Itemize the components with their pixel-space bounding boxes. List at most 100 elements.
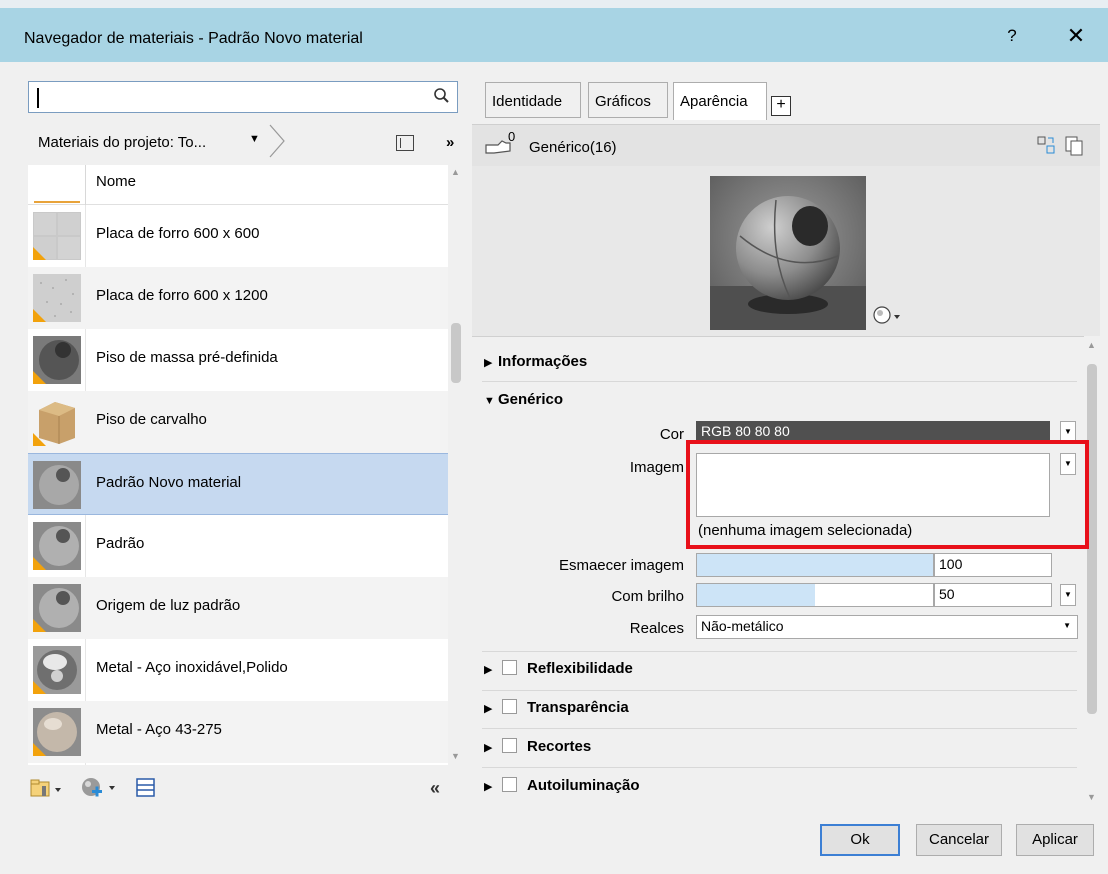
divider bbox=[482, 728, 1077, 729]
speckled-thumbnail bbox=[33, 274, 81, 322]
dark-sphere-thumbnail bbox=[33, 336, 81, 384]
list-item[interactable]: Piso de massa pré-definida bbox=[28, 329, 448, 391]
column-divider bbox=[85, 165, 86, 205]
list-item[interactable]: Metal - Aço 43-275 bbox=[28, 701, 448, 763]
list-item[interactable]: Metal - Aço inoxidável,Polido bbox=[28, 639, 448, 701]
section-generico[interactable]: ▼ Genérico bbox=[484, 391, 563, 408]
library-breadcrumb[interactable]: Materiais do projeto: To... bbox=[38, 134, 206, 151]
search-input[interactable] bbox=[28, 81, 458, 113]
section-transparencia[interactable]: ▶ Transparência bbox=[484, 699, 629, 716]
gloss-slider[interactable] bbox=[696, 583, 934, 607]
material-label: Piso de massa pré-definida bbox=[96, 349, 278, 366]
chevron-down-icon[interactable]: ▼ bbox=[249, 133, 260, 145]
tab-graficos[interactable]: Gráficos bbox=[588, 82, 668, 118]
list-header[interactable]: Nome bbox=[28, 165, 448, 205]
list-item[interactable]: Placa de forro 600 x 600 bbox=[28, 205, 448, 267]
close-button[interactable]: ✕ bbox=[1064, 23, 1088, 49]
tile-grid-thumbnail bbox=[33, 212, 81, 260]
tab-identidade[interactable]: Identidade bbox=[485, 82, 581, 118]
warning-icon bbox=[33, 309, 46, 322]
gloss-dropdown-button[interactable]: ▼ bbox=[1060, 584, 1076, 606]
render-settings-icon[interactable] bbox=[872, 304, 908, 326]
scroll-up-icon[interactable]: ▲ bbox=[1087, 340, 1096, 350]
list-item[interactable]: Placa de forro 600 x 1200 bbox=[28, 267, 448, 329]
section-recortes[interactable]: ▶ Recortes bbox=[484, 738, 591, 755]
gloss-slider-fill bbox=[697, 584, 815, 606]
cancel-button[interactable]: Cancelar bbox=[916, 824, 1002, 856]
warning-icon bbox=[33, 371, 46, 384]
highlights-value: Não-metálico bbox=[701, 618, 784, 634]
section-informacoes[interactable]: ▶ Informações bbox=[484, 353, 587, 370]
highlights-select[interactable]: Não-metálico ▼ bbox=[696, 615, 1078, 639]
warning-icon bbox=[33, 557, 46, 570]
fade-value: 100 bbox=[939, 556, 963, 572]
highlight-annotation bbox=[686, 440, 1089, 549]
section-title: Informações bbox=[498, 353, 588, 370]
asset-name: Genérico(16) bbox=[529, 139, 617, 156]
library-manage-icon[interactable] bbox=[30, 778, 64, 800]
warning-icon bbox=[33, 433, 46, 446]
gloss-label: Com brilho bbox=[611, 588, 684, 605]
wood-thumbnail bbox=[33, 398, 81, 446]
recortes-checkbox[interactable] bbox=[502, 738, 517, 753]
material-label: Padrão Novo material bbox=[96, 474, 242, 491]
warning-icon bbox=[33, 681, 46, 694]
collapse-panel-button[interactable]: « bbox=[430, 778, 440, 799]
properties-panel: ▶ Informações ▼ Genérico Cor RGB 80 80 80 … bbox=[472, 336, 1100, 810]
image-label: Imagem bbox=[629, 459, 684, 476]
expand-arrow-icon[interactable]: ▶ bbox=[484, 663, 494, 676]
ok-button[interactable]: Ok bbox=[820, 824, 900, 856]
list-item[interactable]: Padrão bbox=[28, 515, 448, 577]
toggle-panel-icon[interactable] bbox=[396, 135, 414, 151]
toggle-view-icon[interactable] bbox=[136, 778, 156, 798]
section-autoiluminacao[interactable]: ▶ Autoiluminação bbox=[484, 777, 640, 794]
fade-slider[interactable] bbox=[696, 553, 934, 577]
fade-value-input[interactable]: 100 bbox=[934, 553, 1052, 577]
section-title: Autoiluminação bbox=[527, 777, 640, 794]
fade-slider-fill bbox=[697, 554, 933, 576]
tab-aparencia[interactable]: Aparência bbox=[673, 82, 767, 120]
autoiluminacao-checkbox[interactable] bbox=[502, 777, 517, 792]
list-item[interactable]: Piso de carvalho bbox=[28, 391, 448, 453]
search-icon[interactable] bbox=[433, 87, 451, 105]
create-material-icon[interactable] bbox=[80, 776, 120, 800]
reflexibilidade-checkbox[interactable] bbox=[502, 660, 517, 675]
gloss-value-input[interactable]: 50 bbox=[934, 583, 1052, 607]
section-reflexibilidade[interactable]: ▶ Reflexibilidade bbox=[484, 660, 633, 677]
material-preview bbox=[710, 176, 866, 330]
scroll-down-icon[interactable]: ▼ bbox=[1087, 792, 1096, 802]
material-label: Metal - Aço inoxidável,Polido bbox=[96, 659, 288, 676]
window-title: Navegador de materiais - Padrão Novo mat… bbox=[24, 30, 363, 47]
section-title: Genérico bbox=[498, 391, 564, 408]
divider bbox=[482, 651, 1077, 652]
list-item-selected[interactable]: Padrão Novo material bbox=[28, 453, 448, 515]
material-label: Placa de forro 600 x 600 bbox=[96, 225, 260, 242]
transparencia-checkbox[interactable] bbox=[502, 699, 517, 714]
replace-asset-icon[interactable] bbox=[1036, 135, 1056, 155]
apply-button[interactable]: Aplicar bbox=[1016, 824, 1094, 856]
expand-arrow-icon[interactable]: ▶ bbox=[484, 780, 494, 793]
fade-label: Esmaecer imagem bbox=[558, 557, 684, 574]
expand-arrow-icon[interactable]: ▶ bbox=[484, 702, 494, 715]
list-item[interactable]: Origem de luz padrão bbox=[28, 577, 448, 639]
breadcrumb-separator-icon bbox=[269, 124, 285, 158]
properties-scrollbar[interactable]: ▲ ▼ bbox=[1084, 336, 1100, 808]
more-button[interactable]: » bbox=[446, 134, 454, 151]
scroll-down-icon[interactable]: ▼ bbox=[451, 751, 460, 761]
gray-sphere-thumbnail bbox=[33, 584, 81, 632]
highlights-label: Realces bbox=[629, 620, 684, 637]
material-label: Placa de forro 600 x 1200 bbox=[96, 287, 268, 304]
add-tab-button[interactable]: + bbox=[771, 96, 791, 116]
list-scrollbar[interactable]: ▲ ▼ bbox=[448, 165, 464, 765]
scrollbar-thumb[interactable] bbox=[451, 323, 461, 383]
collapse-arrow-icon[interactable]: ▼ bbox=[484, 395, 495, 407]
column-header-name[interactable]: Nome bbox=[96, 173, 136, 190]
chevron-down-icon: ▼ bbox=[1063, 621, 1071, 630]
scroll-up-icon[interactable]: ▲ bbox=[451, 167, 460, 177]
material-list: Nome Placa de forro 600 x 600 Placa de f… bbox=[28, 165, 463, 765]
duplicate-asset-icon[interactable] bbox=[1064, 135, 1084, 157]
gloss-value: 50 bbox=[939, 586, 955, 602]
expand-arrow-icon[interactable]: ▶ bbox=[484, 741, 494, 754]
help-button[interactable]: ? bbox=[1002, 26, 1022, 46]
expand-arrow-icon[interactable]: ▶ bbox=[484, 356, 494, 369]
